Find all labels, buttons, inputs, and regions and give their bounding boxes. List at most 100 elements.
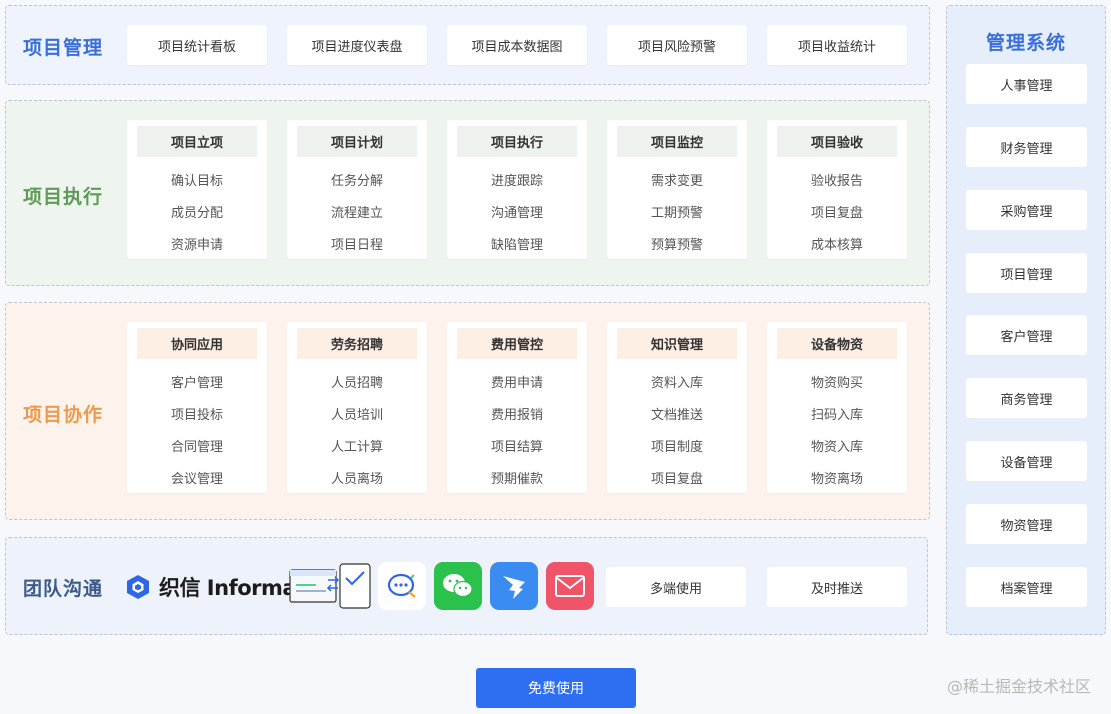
archive-management-button[interactable]: 档案管理 — [966, 567, 1087, 607]
team-communication-title: 团队沟通 — [23, 578, 104, 600]
collaboration-card: 费用管控 费用申请 费用报销 项目结算 预期催款 — [447, 322, 587, 493]
collaboration-card-item[interactable]: 文档推送 — [607, 397, 747, 429]
execution-card-title: 项目计划 — [297, 126, 417, 157]
multi-device-button[interactable]: 多端使用 — [606, 567, 746, 607]
business-management-button[interactable]: 商务管理 — [966, 378, 1087, 418]
execution-card-item[interactable]: 工期预警 — [607, 195, 747, 227]
execution-card-items: 确认目标 成员分配 资源申请 — [127, 157, 267, 259]
collaboration-card-item[interactable]: 资料入库 — [607, 365, 747, 397]
collaboration-card-item[interactable]: 扫码入库 — [767, 397, 907, 429]
collaboration-card-title: 知识管理 — [617, 328, 737, 359]
project-collaboration-title: 项目协作 — [23, 404, 104, 426]
collaboration-card-title: 费用管控 — [457, 328, 577, 359]
collaboration-card: 知识管理 资料入库 文档推送 项目制度 项目复盘 — [607, 322, 747, 493]
informat-logo: 织信 Informat — [127, 572, 306, 602]
project-execution-section: 项目执行 项目立项 确认目标 成员分配 资源申请 项目计划 任务分解 流程建立 项目日程 项目执… — [5, 100, 930, 286]
mail-icon[interactable] — [546, 562, 594, 610]
execution-card-title: 项目立项 — [137, 126, 257, 157]
execution-card-item[interactable]: 确认目标 — [127, 163, 267, 195]
execution-card-item[interactable]: 任务分解 — [287, 163, 427, 195]
project-management-button[interactable]: 项目管理 — [966, 253, 1087, 293]
collaboration-card-items: 人员招聘 人员培训 人工计算 人员离场 — [287, 359, 427, 493]
project-management-section: 项目管理 项目统计看板 项目进度仪表盘 项目成本数据图 项目风险预警 项目收益统… — [5, 5, 930, 85]
collaboration-card-title: 设备物资 — [777, 328, 897, 359]
informat-logo-text: 织信 Informat — [159, 576, 306, 600]
collaboration-card-item[interactable]: 物资购买 — [767, 365, 907, 397]
collaboration-card-item[interactable]: 项目投标 — [127, 397, 267, 429]
execution-card-item[interactable]: 流程建立 — [287, 195, 427, 227]
collaboration-card: 设备物资 物资购买 扫码入库 物资入库 物资离场 — [767, 322, 907, 493]
execution-card-items: 验收报告 项目复盘 成本核算 — [767, 157, 907, 259]
wechat-icon[interactable] — [434, 562, 482, 610]
collaboration-card-items: 资料入库 文档推送 项目制度 项目复盘 — [607, 359, 747, 493]
execution-card-title: 项目执行 — [457, 126, 577, 157]
execution-card-item[interactable]: 进度跟踪 — [447, 163, 587, 195]
project-progress-dashboard-button[interactable]: 项目进度仪表盘 — [287, 25, 427, 65]
customer-management-button[interactable]: 客户管理 — [966, 315, 1087, 355]
doc-sync-icon — [288, 562, 372, 610]
execution-card: 项目验收 验收报告 项目复盘 成本核算 — [767, 120, 907, 259]
chat-bubble-icon[interactable] — [378, 562, 426, 610]
collaboration-card-title: 劳务招聘 — [297, 328, 417, 359]
dingtalk-icon[interactable] — [490, 562, 538, 610]
execution-card-item[interactable]: 项目复盘 — [767, 195, 907, 227]
execution-card: 项目计划 任务分解 流程建立 项目日程 — [287, 120, 427, 259]
collaboration-card-item[interactable]: 预期催款 — [447, 461, 587, 493]
collaboration-card-item[interactable]: 人员招聘 — [287, 365, 427, 397]
collaboration-card-item[interactable]: 项目结算 — [447, 429, 587, 461]
project-execution-title: 项目执行 — [23, 186, 104, 208]
informat-logo-icon — [127, 575, 149, 599]
execution-card-items: 任务分解 流程建立 项目日程 — [287, 157, 427, 259]
collaboration-card-item[interactable]: 会议管理 — [127, 461, 267, 493]
execution-card-title: 项目验收 — [777, 126, 897, 157]
team-communication-section: 团队沟通 织信 Informat 多端使用 及时推送 — [5, 537, 928, 635]
project-risk-alert-button[interactable]: 项目风险预警 — [607, 25, 747, 65]
project-stats-board-button[interactable]: 项目统计看板 — [127, 25, 267, 65]
collaboration-card-item[interactable]: 项目复盘 — [607, 461, 747, 493]
free-trial-button[interactable]: 免费使用 — [476, 668, 636, 708]
procurement-management-button[interactable]: 采购管理 — [966, 190, 1087, 230]
execution-card-item[interactable]: 资源申请 — [127, 227, 267, 259]
collaboration-card-item[interactable]: 人员离场 — [287, 461, 427, 493]
execution-card-item[interactable]: 项目日程 — [287, 227, 427, 259]
collaboration-card-items: 物资购买 扫码入库 物资入库 物资离场 — [767, 359, 907, 493]
execution-card: 项目执行进度跟踪 沟通管理 缺陷管理 — [447, 120, 587, 259]
collaboration-card: 协同应用 客户管理 项目投标 合同管理 会议管理 — [127, 322, 267, 493]
collaboration-card-title: 协同应用 — [137, 328, 257, 359]
watermark: @稀土掘金技术社区 — [946, 677, 1091, 696]
materials-management-button[interactable]: 物资管理 — [966, 504, 1087, 544]
instant-push-button[interactable]: 及时推送 — [767, 567, 907, 607]
execution-card-item[interactable]: 缺陷管理 — [447, 227, 587, 259]
execution-card-item[interactable]: 成员分配 — [127, 195, 267, 227]
collaboration-card-item[interactable]: 人员培训 — [287, 397, 427, 429]
finance-management-button[interactable]: 财务管理 — [966, 127, 1087, 167]
collaboration-card-item[interactable]: 费用报销 — [447, 397, 587, 429]
execution-card-item[interactable]: 验收报告 — [767, 163, 907, 195]
collaboration-card-item[interactable]: 费用申请 — [447, 365, 587, 397]
execution-card-item[interactable]: 预算预警 — [607, 227, 747, 259]
collaboration-card-item[interactable]: 人工计算 — [287, 429, 427, 461]
management-system-title: 管理系统 — [985, 32, 1066, 54]
execution-card: 项目立项 确认目标 成员分配 资源申请 — [127, 120, 267, 259]
execution-card-item[interactable]: 沟通管理 — [447, 195, 587, 227]
project-management-title: 项目管理 — [23, 37, 104, 59]
collaboration-card-item[interactable]: 物资入库 — [767, 429, 907, 461]
collaboration-card-item[interactable]: 项目制度 — [607, 429, 747, 461]
project-cost-chart-button[interactable]: 项目成本数据图 — [447, 25, 587, 65]
project-collaboration-section: 项目协作 协同应用 客户管理 项目投标 合同管理 会议管理 劳务招聘 人员招聘 人员培训 人工计… — [5, 302, 930, 520]
execution-card: 项目监控 需求变更 工期预警 预算预警 — [607, 120, 747, 259]
execution-card-title: 项目监控 — [617, 126, 737, 157]
collaboration-card-item[interactable]: 客户管理 — [127, 365, 267, 397]
collaboration-card-items: 费用申请 费用报销 项目结算 预期催款 — [447, 359, 587, 493]
collaboration-card: 劳务招聘 人员招聘 人员培训 人工计算 人员离场 — [287, 322, 427, 493]
management-system-panel: 管理系统 人事管理 财务管理 采购管理 项目管理 客户管理 商务管理 设备管理 … — [946, 5, 1106, 635]
execution-card-items: 需求变更 工期预警 预算预警 — [607, 157, 747, 259]
execution-card-item[interactable]: 成本核算 — [767, 227, 907, 259]
collaboration-card-item[interactable]: 合同管理 — [127, 429, 267, 461]
equipment-management-button[interactable]: 设备管理 — [966, 441, 1087, 481]
project-revenue-stats-button[interactable]: 项目收益统计 — [767, 25, 907, 65]
hr-management-button[interactable]: 人事管理 — [966, 64, 1087, 104]
collaboration-card-items: 客户管理 项目投标 合同管理 会议管理 — [127, 359, 267, 493]
collaboration-card-item[interactable]: 物资离场 — [767, 461, 907, 493]
execution-card-item[interactable]: 需求变更 — [607, 163, 747, 195]
